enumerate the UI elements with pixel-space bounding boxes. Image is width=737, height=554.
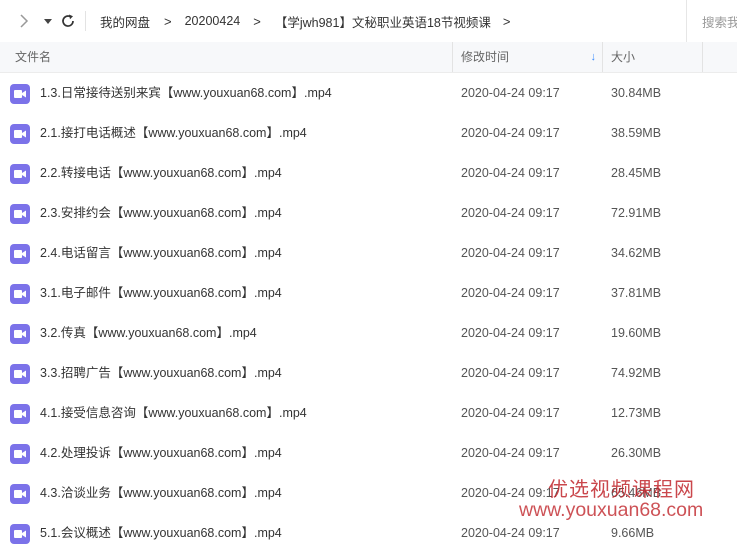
search-input[interactable]: 搜索我 [686, 0, 737, 42]
file-size: 30.84MB [611, 86, 662, 100]
file-name[interactable]: 2.3.安排约会【www.youxuan68.com】.mp4 [40, 193, 282, 234]
file-name[interactable]: 4.3.洽谈业务【www.youxuan68.com】.mp4 [40, 473, 282, 514]
file-list-header: 文件名 修改时间 ↓ 大小 [0, 42, 737, 73]
video-file-icon [10, 324, 30, 344]
watermark-title: 优选视频课程网 [548, 479, 695, 501]
file-row[interactable]: 2.2.转接电话【www.youxuan68.com】.mp4 2020-04-2… [0, 153, 737, 193]
file-modified-time: 2020-04-24 09:17 [461, 406, 560, 420]
file-size: 38.59MB [611, 126, 662, 140]
breadcrumb-separator-icon: > [502, 13, 511, 29]
file-row[interactable]: 3.1.电子邮件【www.youxuan68.com】.mp4 2020-04-2… [0, 273, 737, 313]
file-size: 72.91MB [611, 206, 662, 220]
file-row[interactable]: 3.2.传真【www.youxuan68.com】.mp4 2020-04-24 … [0, 313, 737, 353]
file-row[interactable]: 4.2.处理投诉【www.youxuan68.com】.mp4 2020-04-2… [0, 433, 737, 473]
file-row[interactable]: 2.3.安排约会【www.youxuan68.com】.mp4 2020-04-2… [0, 193, 737, 233]
refresh-button[interactable] [60, 13, 76, 29]
refresh-icon [62, 14, 74, 27]
column-header-modified[interactable]: 修改时间 ↓ [453, 42, 603, 72]
video-file-icon [10, 444, 30, 464]
file-row[interactable]: 2.4.电话留言【www.youxuan68.com】.mp4 2020-04-2… [0, 233, 737, 273]
breadcrumb-separator-icon: > [253, 13, 261, 29]
file-modified-time: 2020-04-24 09:17 [461, 126, 560, 140]
file-row[interactable]: 3.3.招聘广告【www.youxuan68.com】.mp4 2020-04-2… [0, 353, 737, 393]
file-row[interactable]: 1.3.日常接待送别来宾【www.youxuan68.com】.mp4 2020-… [0, 73, 737, 113]
file-size: 12.73MB [611, 406, 662, 420]
breadcrumb-separator-icon: > [164, 13, 172, 29]
toolbar-divider [85, 11, 86, 31]
file-name[interactable]: 3.3.招聘广告【www.youxuan68.com】.mp4 [40, 353, 282, 394]
column-header-modified-label: 修改时间 [461, 50, 510, 64]
search-placeholder: 搜索我 [702, 15, 737, 30]
file-row[interactable]: 2.1.接打电话概述【www.youxuan68.com】.mp4 2020-04… [0, 113, 737, 153]
file-name[interactable]: 1.3.日常接待送别来宾【www.youxuan68.com】.mp4 [40, 73, 332, 114]
file-name[interactable]: 2.1.接打电话概述【www.youxuan68.com】.mp4 [40, 113, 307, 154]
caret-down-icon [44, 19, 52, 24]
file-size: 26.30MB [611, 446, 662, 460]
file-name[interactable]: 3.2.传真【www.youxuan68.com】.mp4 [40, 313, 257, 354]
column-header-name-label: 文件名 [15, 50, 52, 64]
file-modified-time: 2020-04-24 09:17 [461, 366, 560, 380]
forward-button[interactable] [16, 13, 32, 29]
file-name[interactable]: 5.1.会议概述【www.youxuan68.com】.mp4 [40, 513, 282, 554]
file-name[interactable]: 2.2.转接电话【www.youxuan68.com】.mp4 [40, 153, 282, 194]
breadcrumb-item-folder-date[interactable]: 20200424 [185, 14, 241, 28]
file-size: 34.62MB [611, 246, 662, 260]
column-header-size[interactable]: 大小 [603, 42, 703, 72]
file-row[interactable]: 4.1.接受信息咨询【www.youxuan68.com】.mp4 2020-04… [0, 393, 737, 433]
file-size: 28.45MB [611, 166, 662, 180]
file-modified-time: 2020-04-24 09:17 [461, 326, 560, 340]
breadcrumb-item-current-folder[interactable]: 【学jwh981】文秘职业英语18节视频课 [275, 12, 491, 31]
video-file-icon [10, 524, 30, 544]
video-file-icon [10, 364, 30, 384]
history-dropdown-button[interactable] [42, 15, 54, 27]
file-name[interactable]: 4.1.接受信息咨询【www.youxuan68.com】.mp4 [40, 393, 307, 434]
video-file-icon [10, 404, 30, 424]
file-modified-time: 2020-04-24 09:17 [461, 246, 560, 260]
file-size: 74.92MB [611, 366, 662, 380]
video-file-icon [10, 484, 30, 504]
file-name[interactable]: 4.2.处理投诉【www.youxuan68.com】.mp4 [40, 433, 282, 474]
video-file-icon [10, 204, 30, 224]
file-size: 19.60MB [611, 326, 662, 340]
watermark-url: www.youxuan68.com [519, 499, 704, 521]
file-modified-time: 2020-04-24 09:17 [461, 446, 560, 460]
toolbar: 我的网盘 > 20200424 > 【学jwh981】文秘职业英语18节视频课 … [0, 0, 737, 42]
breadcrumb-item-my-drive[interactable]: 我的网盘 [100, 12, 150, 31]
file-modified-time: 2020-04-24 09:17 [461, 86, 560, 100]
video-file-icon [10, 84, 30, 104]
column-header-name[interactable]: 文件名 [0, 42, 453, 72]
file-size: 37.81MB [611, 286, 662, 300]
chevron-right-icon [20, 14, 29, 28]
breadcrumb: 我的网盘 > 20200424 > 【学jwh981】文秘职业英语18节视频课 … [100, 0, 510, 42]
file-modified-time: 2020-04-24 09:17 [461, 286, 560, 300]
file-modified-time: 2020-04-24 09:17 [461, 166, 560, 180]
file-name[interactable]: 2.4.电话留言【www.youxuan68.com】.mp4 [40, 233, 282, 274]
video-file-icon [10, 244, 30, 264]
column-header-size-label: 大小 [611, 50, 636, 64]
file-name[interactable]: 3.1.电子邮件【www.youxuan68.com】.mp4 [40, 273, 282, 314]
video-file-icon [10, 284, 30, 304]
video-file-icon [10, 164, 30, 184]
video-file-icon [10, 124, 30, 144]
file-modified-time: 2020-04-24 09:17 [461, 206, 560, 220]
sort-arrow-icon: ↓ [590, 51, 597, 63]
